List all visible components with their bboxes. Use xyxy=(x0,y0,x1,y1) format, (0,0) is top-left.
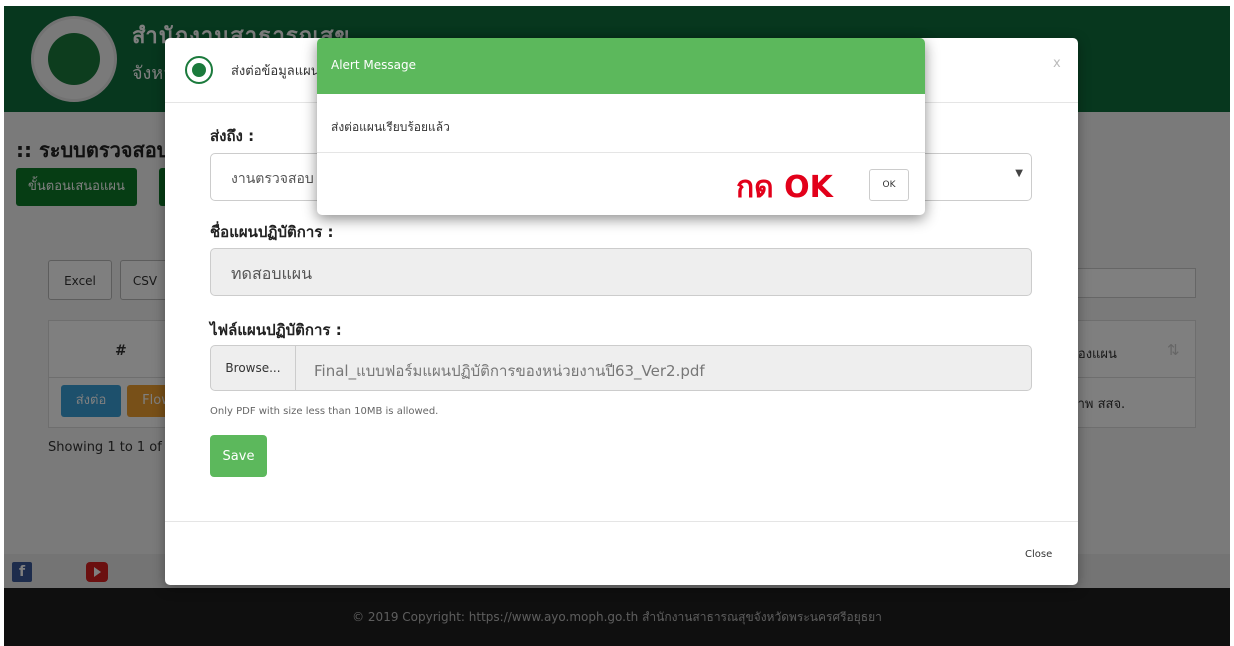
plan-name-label: ชื่อแผนปฏิบัติการ : xyxy=(210,223,334,241)
modal-logo-icon xyxy=(185,56,213,84)
chevron-down-icon: ▼ xyxy=(1015,168,1023,179)
selected-file-name: Final_แบบฟอร์มแผนปฏิบัติการของหน่วยงานปี… xyxy=(314,362,705,380)
send-to-label: ส่งถึง : xyxy=(210,127,255,145)
alert-message: ส่งต่อแผนเรียบร้อยแล้ว xyxy=(331,120,450,134)
browser-viewport: สำนักงานสาธารณสุข จังหวัด :: ระบบตรวจสอบ… xyxy=(4,6,1230,646)
alert-divider xyxy=(317,152,925,153)
browse-button[interactable]: Browse... xyxy=(211,346,296,390)
send-to-value: งานตรวจสอบ xyxy=(231,171,314,187)
press-ok-hint: กด OK xyxy=(736,170,833,205)
alert-dialog: Alert Message ส่งต่อแผนเรียบร้อยแล้ว กด … xyxy=(317,38,925,215)
plan-file-label: ไฟล์แผนปฏิบัติการ : xyxy=(210,321,342,339)
save-button[interactable]: Save xyxy=(210,435,267,477)
file-help-text: Only PDF with size less than 10MB is all… xyxy=(210,406,439,417)
modal-title: ส่งต่อข้อมูลแผน xyxy=(231,64,320,79)
modal-close-icon[interactable]: x xyxy=(1053,56,1061,71)
plan-file-input[interactable]: Browse... Final_แบบฟอร์มแผนปฏิบัติการของ… xyxy=(210,345,1032,391)
plan-name-field: ทดสอบแผน xyxy=(210,248,1032,296)
ok-button[interactable]: OK xyxy=(869,169,909,201)
plan-name-value: ทดสอบแผน xyxy=(231,264,313,283)
modal-footer-divider xyxy=(165,521,1078,522)
alert-title: Alert Message xyxy=(331,58,416,72)
alert-header: Alert Message xyxy=(317,38,925,94)
close-button[interactable]: Close xyxy=(1025,549,1052,560)
